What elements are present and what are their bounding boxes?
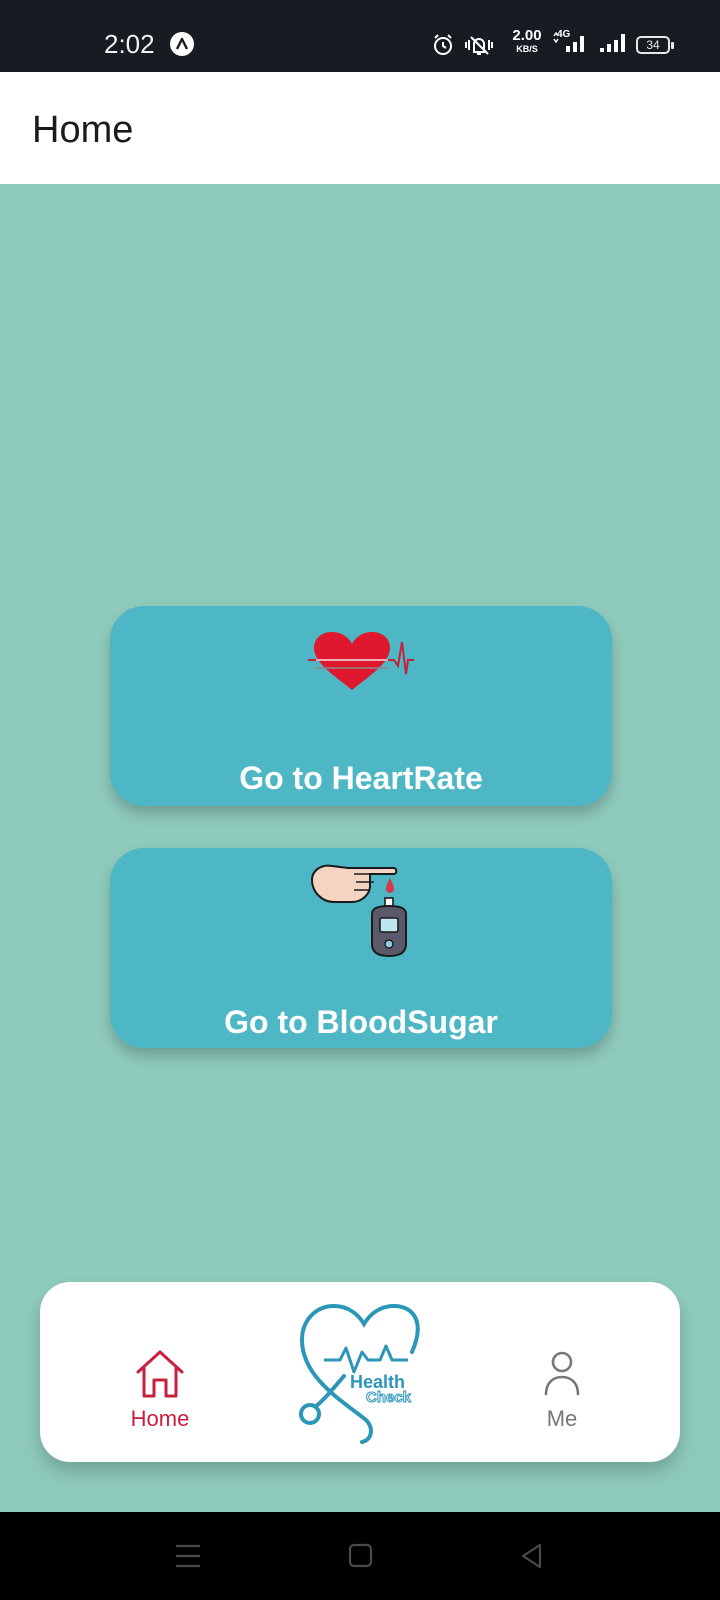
stethoscope-heart-logo-icon: Health Check <box>299 1303 420 1444</box>
app-notification-icon <box>170 32 194 56</box>
health-check-logo[interactable]: Health Check <box>296 1302 434 1444</box>
nav-tab-me[interactable]: Me <box>514 1348 610 1438</box>
logo-text-check: Check <box>366 1389 412 1406</box>
go-to-heartrate-label: Go to HeartRate <box>239 760 483 796</box>
status-icons: 2.00 KB/S 4G 34 <box>432 27 682 60</box>
go-to-heartrate-button[interactable]: Go to HeartRate <box>110 606 612 806</box>
nav-me-label: Me <box>546 1406 578 1431</box>
page-title: Home <box>32 109 134 151</box>
back-triangle-icon[interactable] <box>512 1538 552 1574</box>
nav-tab-home[interactable]: Home <box>102 1348 218 1438</box>
home-icon <box>136 1350 184 1398</box>
go-to-bloodsugar-button[interactable]: Go to BloodSugar <box>110 848 612 1048</box>
glucose-meter-icon <box>310 864 407 958</box>
go-to-bloodsugar-label: Go to BloodSugar <box>224 1004 498 1040</box>
signal-4g-icon: 4G <box>552 29 590 56</box>
vibrate-silent-icon <box>465 36 493 55</box>
alarm-icon <box>434 34 452 55</box>
user-profile-icon <box>544 1351 580 1396</box>
menu-icon[interactable] <box>168 1538 208 1574</box>
status-time: 2:02 <box>104 29 155 59</box>
bottom-navigation: Home Health Check Me <box>40 1282 680 1462</box>
network-speed-value: 2.00 <box>512 27 542 44</box>
system-navigation-bar <box>0 1512 720 1600</box>
network-speed: 2.00 KB/S <box>506 27 548 55</box>
app-bar: Home <box>0 72 720 184</box>
network-speed-unit: KB/S <box>516 44 538 54</box>
status-bar: 2:02 2.00 KB/S 4G 34 <box>0 0 720 72</box>
square-home-icon[interactable] <box>340 1538 380 1574</box>
signal-icon <box>600 34 625 52</box>
nav-home-label: Home <box>130 1406 190 1431</box>
heart-rate-icon <box>308 632 414 690</box>
battery-icon: 34 <box>636 36 674 54</box>
